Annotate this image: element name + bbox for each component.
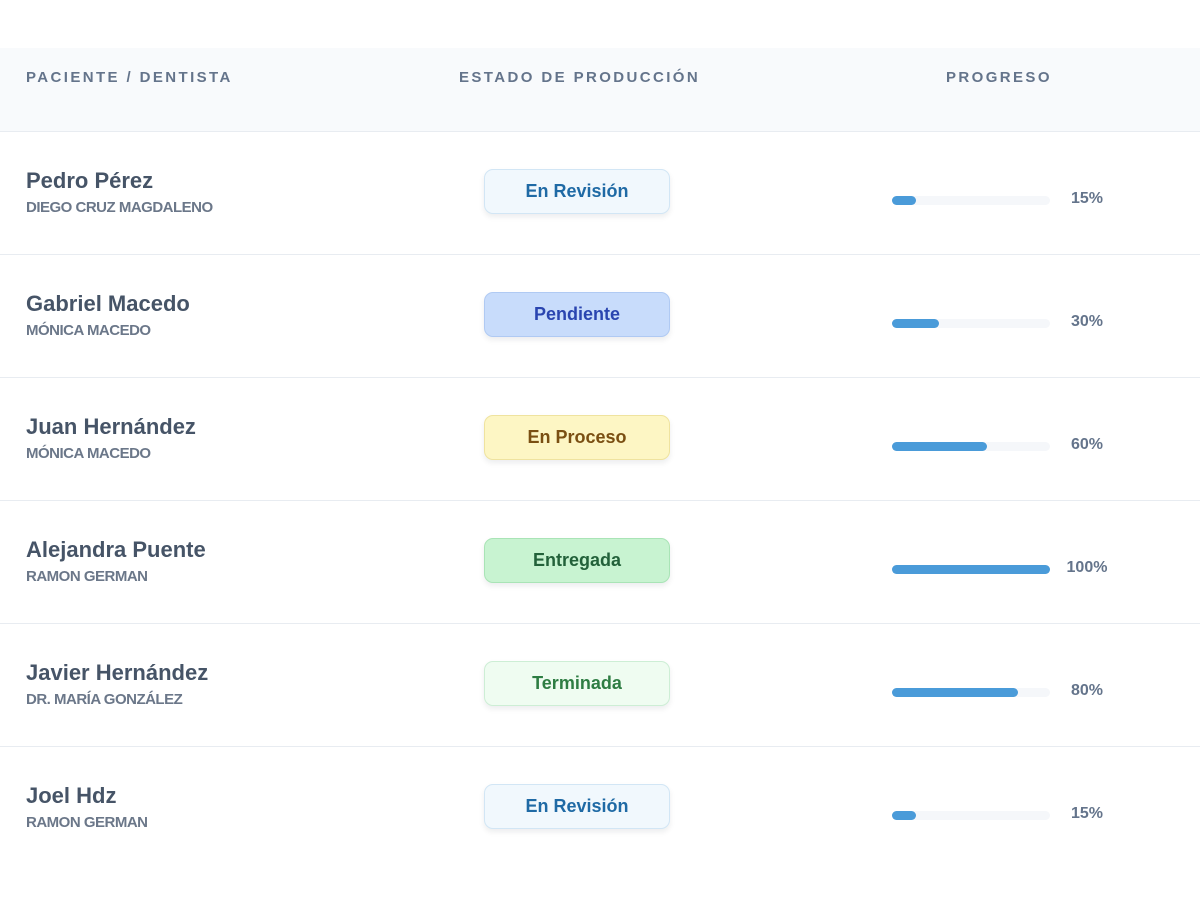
table-header: PACIENTE / DENTISTA ESTADO DE PRODUCCIÓN… (0, 48, 1200, 132)
progress-percent: 100% (1066, 559, 1108, 576)
progress-bar (892, 196, 1050, 205)
progress-percent: 15% (1070, 805, 1104, 822)
column-header-progress[interactable]: PROGRESO (946, 48, 1052, 108)
progress-bar-fill (892, 565, 1050, 574)
patient-name: Javier Hernández (26, 660, 209, 685)
progress-bar (892, 811, 1050, 820)
table-row[interactable]: Pedro Pérez DIEGO CRUZ MAGDALENO En Revi… (0, 132, 1200, 255)
progress-percent: 15% (1070, 190, 1104, 207)
patient-name: Juan Hernández (26, 414, 196, 439)
dentist-name: DR. MARÍA GONZÁLEZ (26, 691, 183, 708)
progress-bar (892, 565, 1050, 574)
dentist-name: RAMON GERMAN (26, 814, 148, 831)
table-row[interactable]: Alejandra Puente RAMON GERMAN Entregada … (0, 501, 1200, 624)
table-row[interactable]: Juan Hernández MÓNICA MACEDO En Proceso … (0, 378, 1200, 501)
status-badge: Pendiente (484, 292, 670, 337)
progress-bar (892, 319, 1050, 328)
dentist-name: DIEGO CRUZ MAGDALENO (26, 199, 213, 216)
column-header-patient[interactable]: PACIENTE / DENTISTA (26, 48, 233, 108)
progress-percent: 60% (1070, 436, 1104, 453)
dentist-name: MÓNICA MACEDO (26, 445, 151, 462)
progress-bar-fill (892, 319, 940, 328)
status-badge: En Revisión (484, 169, 670, 214)
patient-name: Gabriel Macedo (26, 291, 190, 316)
table-row[interactable]: Javier Hernández DR. MARÍA GONZÁLEZ Term… (0, 624, 1200, 747)
status-badge: Entregada (484, 538, 670, 583)
dentist-name: MÓNICA MACEDO (26, 322, 151, 339)
dentist-name: RAMON GERMAN (26, 568, 148, 585)
column-header-status[interactable]: ESTADO DE PRODUCCIÓN (459, 48, 700, 108)
production-table: PACIENTE / DENTISTA ESTADO DE PRODUCCIÓN… (0, 48, 1200, 869)
patient-name: Pedro Pérez (26, 168, 154, 193)
status-badge: En Proceso (484, 415, 670, 460)
progress-bar (892, 688, 1050, 697)
status-badge: En Revisión (484, 784, 670, 829)
progress-percent: 30% (1070, 313, 1104, 330)
progress-percent: 80% (1070, 682, 1104, 699)
progress-bar-fill (892, 196, 916, 205)
status-badge: Terminada (484, 661, 670, 706)
patient-name: Alejandra Puente (26, 537, 206, 562)
table-row[interactable]: Joel Hdz RAMON GERMAN En Revisión 15% (0, 747, 1200, 869)
progress-bar (892, 442, 1050, 451)
patient-name: Joel Hdz (26, 783, 117, 808)
table-row[interactable]: Gabriel Macedo MÓNICA MACEDO Pendiente 3… (0, 255, 1200, 378)
progress-bar-fill (892, 811, 916, 820)
progress-bar-fill (892, 688, 1019, 697)
progress-bar-fill (892, 442, 987, 451)
